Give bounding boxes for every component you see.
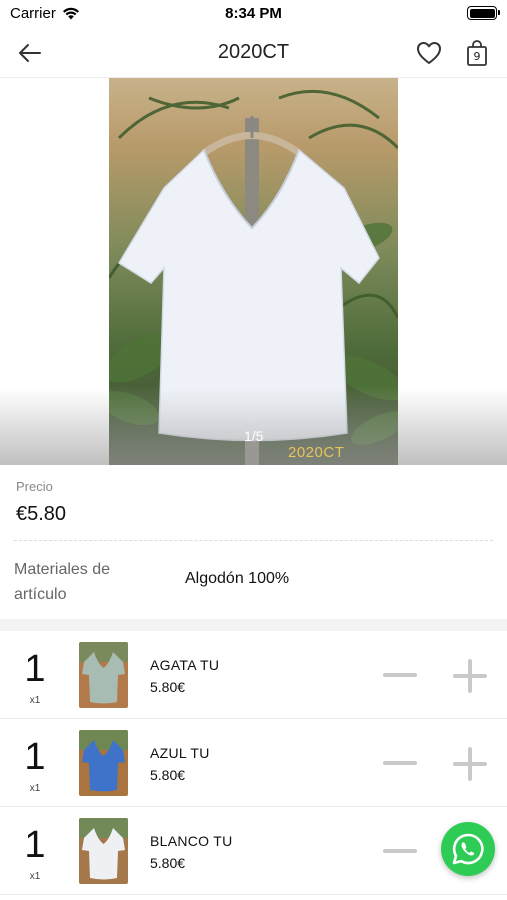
variant-quantity: 1: [24, 736, 46, 778]
variant-quantity: 1: [24, 648, 46, 690]
cart-button[interactable]: 9: [465, 39, 489, 67]
whatsapp-button[interactable]: [441, 822, 495, 876]
product-photo: [109, 78, 398, 465]
cart-count-badge: 9: [473, 50, 481, 63]
price-section: Precio €5.80: [0, 465, 507, 541]
variant-multiplier: x1: [29, 783, 41, 794]
variant-name: AZUL TU: [150, 745, 210, 761]
battery-icon: [467, 6, 500, 20]
price-value: €5.80: [16, 503, 67, 525]
minus-icon: [383, 761, 417, 765]
variant-multiplier: x1: [29, 695, 41, 706]
clock: 8:34 PM: [225, 5, 282, 22]
variant-price: 5.80€: [150, 767, 186, 783]
decrease-quantity-button[interactable]: [382, 837, 418, 865]
variant-row: 1 x1 AZUL TU 5.80€: [0, 719, 507, 807]
heart-icon: [417, 42, 441, 64]
product-image-carousel[interactable]: 1/5 2020CT: [0, 78, 507, 465]
variant-thumbnail[interactable]: [79, 730, 128, 796]
status-bar: Carrier 8:34 PM: [0, 0, 507, 28]
whatsapp-icon: [452, 833, 484, 865]
minus-icon: [383, 849, 417, 853]
variant-multiplier: x1: [29, 871, 41, 882]
variant-row: 1 x1 AGATA TU 5.80€: [0, 631, 507, 719]
variant-price: 5.80€: [150, 679, 186, 695]
nav-bar: 2020CT 9: [0, 28, 507, 78]
variant-thumbnail[interactable]: [79, 818, 128, 884]
increase-quantity-button[interactable]: [452, 746, 488, 782]
variant-row: 1 x1 BLANCO TU 5.80€: [0, 807, 507, 895]
section-separator: [0, 619, 507, 631]
variant-name: AGATA TU: [150, 657, 220, 673]
decrease-quantity-button[interactable]: [382, 661, 418, 689]
favorite-button[interactable]: [415, 40, 443, 66]
minus-icon: [383, 673, 417, 677]
image-counter: 1/5: [244, 428, 264, 444]
variant-thumbnail[interactable]: [79, 642, 128, 708]
increase-quantity-button[interactable]: [452, 658, 488, 694]
decrease-quantity-button[interactable]: [382, 749, 418, 777]
variant-name: BLANCO TU: [150, 833, 233, 849]
price-label: Precio: [16, 479, 53, 494]
materials-row: Materiales de artículo Algodón 100%: [0, 541, 507, 619]
variant-price: 5.80€: [150, 855, 186, 871]
materials-value: Algodón 100%: [185, 570, 290, 587]
brand-watermark: 2020CT: [288, 444, 345, 461]
materials-label: Materiales de artículo: [14, 561, 111, 603]
variant-quantity: 1: [24, 824, 46, 866]
